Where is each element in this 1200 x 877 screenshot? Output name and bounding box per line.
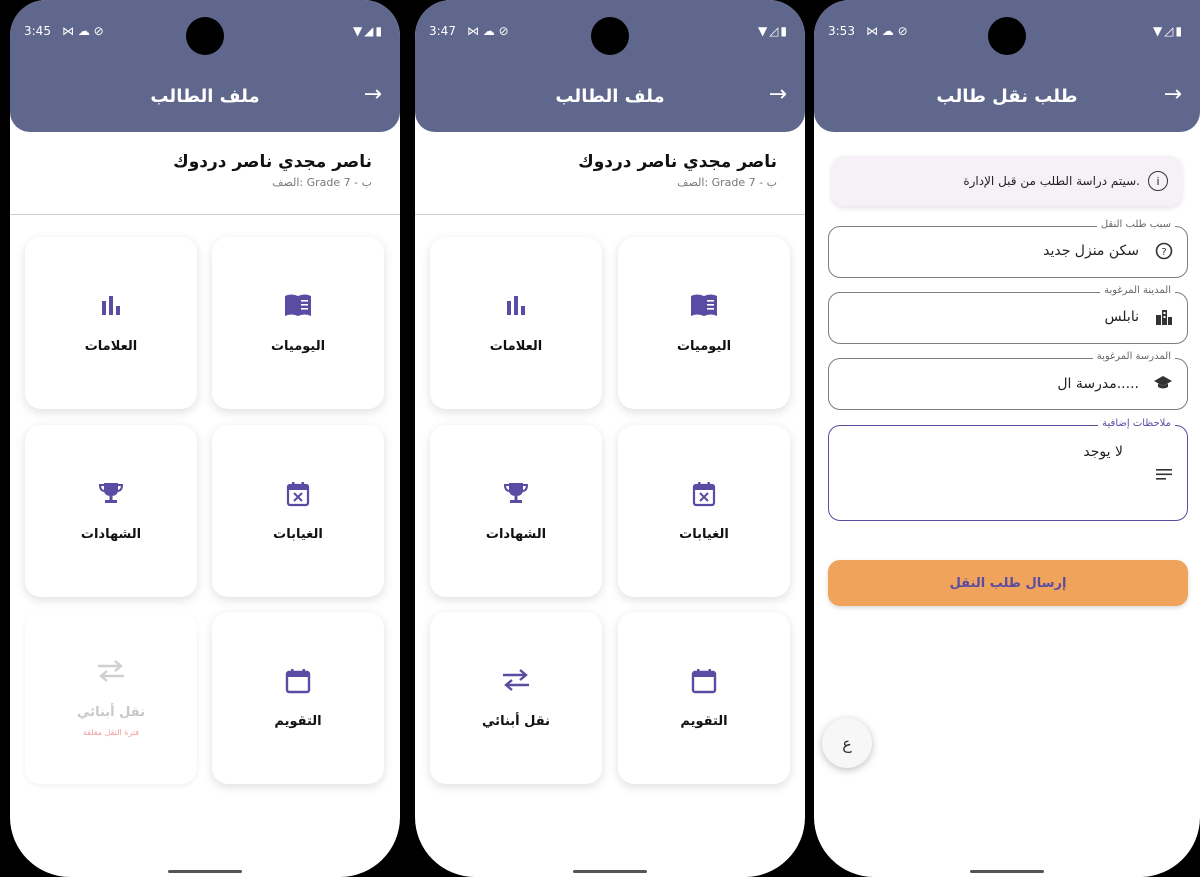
field-value: مدرسة ال..... (1057, 376, 1139, 392)
submit-transfer-button[interactable]: إرسال طلب النقل (828, 560, 1188, 606)
trophy-icon (98, 481, 124, 511)
student-header: ناصر مجدي ناصر دردوك الصف: Grade 7 - ب (578, 152, 777, 189)
tile-label: نقل أبنائي (77, 705, 145, 720)
tile-label: التقويم (680, 713, 728, 729)
phone-screen-transfer-request: 3:53 ⋈ ☁ ⊘ ▼◿▮ طلب نقل طالب → سيتم دراسة… (814, 0, 1200, 877)
page-title: طلب نقل طالب (936, 86, 1078, 107)
language-toggle-button[interactable]: ع (822, 718, 872, 768)
status-system-icons: ▼◿▮ (1152, 24, 1184, 38)
tile-calendar[interactable]: التقويم (212, 612, 384, 784)
tile-label: العلامات (489, 338, 543, 354)
home-indicator[interactable] (970, 870, 1044, 873)
notes-icon (1155, 466, 1173, 485)
tile-absences[interactable]: الغيابات (212, 425, 384, 597)
city-field[interactable]: المدينة المرغوبة نابلس (828, 285, 1188, 344)
swap-icon (96, 659, 126, 689)
back-arrow-icon[interactable]: → (364, 82, 382, 107)
field-value: نابلس (1104, 309, 1139, 325)
bar-chart-icon (99, 293, 123, 323)
transfer-closed-note: فترة النقل مغلقة (82, 728, 140, 737)
info-icon: i (1148, 171, 1168, 191)
camera-cutout (591, 17, 629, 55)
tile-label: نقل أبنائي (482, 713, 550, 729)
field-value: سكن منزل جديد (1043, 243, 1139, 259)
page-title: ملف الطالب (555, 86, 665, 107)
field-label: سبب طلب النقل (1096, 219, 1175, 230)
camera-cutout (988, 17, 1026, 55)
student-header: ناصر مجدي ناصر دردوك الصف: Grade 7 - ب (173, 152, 372, 189)
student-class: الصف: Grade 7 - ب (677, 176, 777, 189)
book-icon (284, 293, 312, 323)
calendar-icon (691, 668, 717, 698)
field-label: المدرسة المرغوبة (1092, 351, 1175, 362)
calendar-x-icon (692, 481, 716, 511)
divider (415, 214, 805, 215)
trophy-icon (503, 481, 529, 511)
reason-field[interactable]: سبب طلب النقل سكن منزل جديد ? (828, 219, 1188, 278)
status-system-icons: ▼◿▮ (757, 24, 789, 38)
field-label: المدينة المرغوبة (1100, 285, 1175, 296)
status-notification-icons: ⋈ ☁ ⊘ (866, 24, 908, 38)
status-time: 3:47 (429, 24, 456, 38)
tile-grades[interactable]: العلامات (25, 237, 197, 409)
back-arrow-icon[interactable]: → (769, 82, 787, 107)
info-banner: سيتم دراسة الطلب من قبل الإدارة. i (832, 156, 1182, 206)
help-circle-icon: ? (1155, 242, 1173, 264)
tile-diaries[interactable]: اليوميات (618, 237, 790, 409)
tile-label: الشهادات (485, 526, 547, 542)
student-class: الصف: Grade 7 - ب (272, 176, 372, 189)
tile-grades[interactable]: العلامات (430, 237, 602, 409)
city-icon (1155, 309, 1173, 329)
student-name: ناصر مجدي ناصر دردوك (578, 152, 777, 172)
bar-chart-icon (504, 293, 528, 323)
notes-field[interactable]: ملاحظات إضافية لا يوجد (828, 418, 1188, 521)
tile-transfer-children: نقل أبنائي فترة النقل مغلقة (25, 612, 197, 784)
info-text: سيتم دراسة الطلب من قبل الإدارة. (963, 174, 1140, 188)
status-notification-icons: ⋈ ☁ ⊘ (467, 24, 509, 38)
status-time: 3:45 (24, 24, 51, 38)
tile-label: الغيابات (679, 526, 729, 542)
tile-absences[interactable]: الغيابات (618, 425, 790, 597)
home-indicator[interactable] (573, 870, 647, 873)
phone-screen-student-profile-2: 3:47 ⋈ ☁ ⊘ ▼◿▮ ملف الطالب → ناصر مجدي نا… (415, 0, 805, 877)
app-bar: 3:53 ⋈ ☁ ⊘ ▼◿▮ طلب نقل طالب → (814, 0, 1200, 132)
svg-text:?: ? (1161, 247, 1166, 258)
back-arrow-icon[interactable]: → (1164, 82, 1182, 107)
book-icon (690, 293, 718, 323)
divider (10, 214, 400, 215)
tile-label: التقويم (274, 713, 322, 729)
calendar-icon (285, 668, 311, 698)
phone-screen-student-profile: 3:45 ⋈ ☁ ⊘ ▼◢▮ ملف الطالب → ناصر مجدي نا… (10, 0, 400, 877)
app-bar: 3:47 ⋈ ☁ ⊘ ▼◿▮ ملف الطالب → (415, 0, 805, 132)
app-bar: 3:45 ⋈ ☁ ⊘ ▼◢▮ ملف الطالب → (10, 0, 400, 132)
tile-label: اليوميات (676, 338, 732, 354)
status-time: 3:53 (828, 24, 855, 38)
tile-diaries[interactable]: اليوميات (212, 237, 384, 409)
status-notification-icons: ⋈ ☁ ⊘ (62, 24, 104, 38)
tile-calendar[interactable]: التقويم (618, 612, 790, 784)
tile-label: الشهادات (80, 526, 142, 542)
tile-certificates[interactable]: الشهادات (25, 425, 197, 597)
home-indicator[interactable] (168, 870, 242, 873)
field-label: ملاحظات إضافية (1098, 418, 1175, 429)
tile-label: اليوميات (270, 338, 326, 354)
calendar-x-icon (286, 481, 310, 511)
camera-cutout (186, 17, 224, 55)
student-name: ناصر مجدي ناصر دردوك (173, 152, 372, 172)
tile-label: العلامات (84, 338, 138, 354)
school-icon (1153, 375, 1173, 395)
tile-label: الغيابات (273, 526, 323, 542)
swap-icon (501, 668, 531, 698)
school-field[interactable]: المدرسة المرغوبة مدرسة ال..... (828, 351, 1188, 410)
tile-transfer-children[interactable]: نقل أبنائي (430, 612, 602, 784)
status-system-icons: ▼◢▮ (352, 24, 384, 38)
tile-certificates[interactable]: الشهادات (430, 425, 602, 597)
field-value: لا يوجد (1083, 444, 1123, 460)
page-title: ملف الطالب (150, 86, 260, 107)
